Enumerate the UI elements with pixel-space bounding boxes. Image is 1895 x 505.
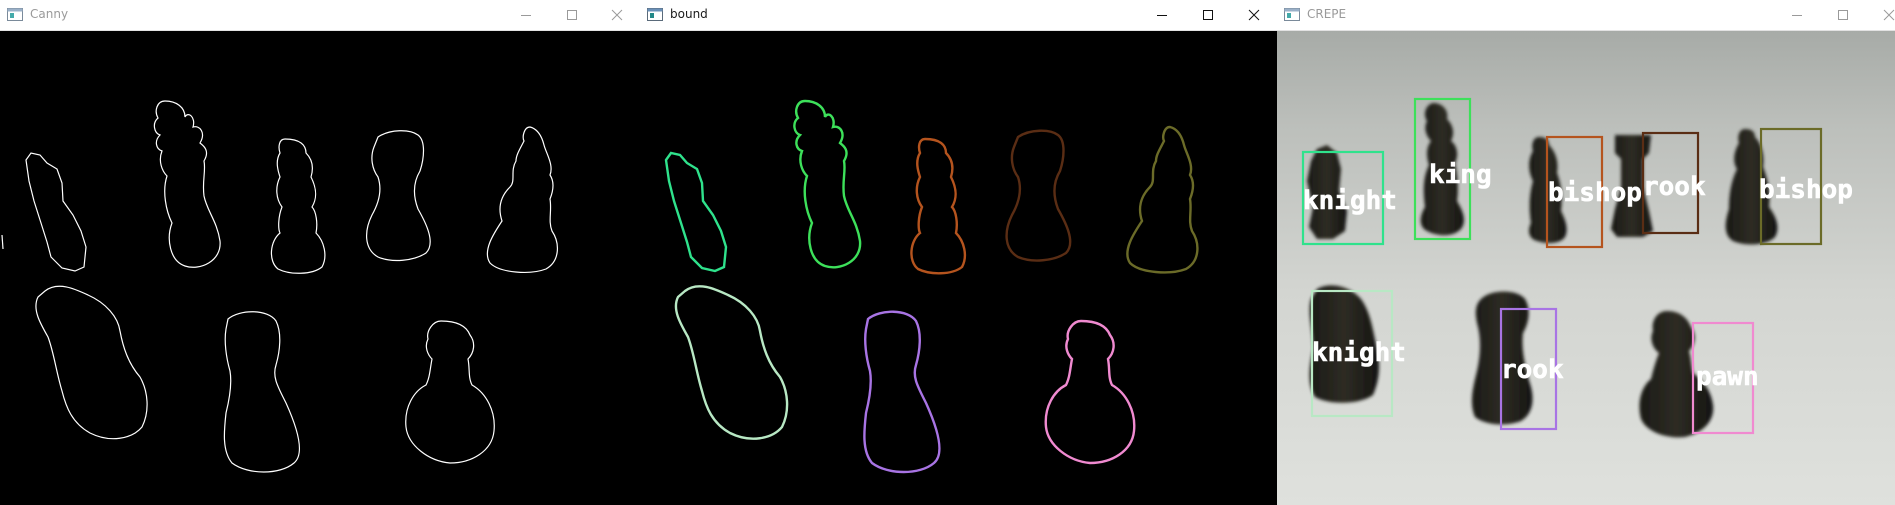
king-contour — [793, 99, 862, 269]
knight-contour-bottom — [674, 285, 789, 440]
close-icon — [1248, 9, 1260, 21]
canny-image-view — [0, 31, 640, 505]
bound-title-bar[interactable]: bound — [640, 0, 1277, 31]
bishop-contour-1 — [910, 137, 967, 275]
maximize-icon — [567, 10, 577, 20]
bound-window: bound — [640, 0, 1277, 505]
canny-title-bar[interactable]: Canny — [0, 0, 640, 31]
label-rook-bottom: rook — [1501, 355, 1564, 385]
knight-edge-top — [25, 152, 87, 272]
app-window-icon — [647, 8, 663, 21]
rook-contour-bottom — [863, 310, 941, 474]
app-window-icon — [1284, 8, 1300, 21]
label-bishop-2: bishop — [1759, 175, 1853, 205]
label-knight-top: knight — [1303, 186, 1397, 216]
bishop-edge-2 — [486, 126, 558, 273]
minimize-button[interactable] — [1139, 0, 1185, 30]
minimize-button[interactable] — [1774, 0, 1820, 30]
window-title: CREPE — [1307, 7, 1347, 21]
knight-edge-bottom — [35, 285, 148, 440]
window-title: bound — [670, 7, 708, 21]
maximize-icon — [1203, 10, 1213, 20]
maximize-icon — [1838, 10, 1848, 20]
knight-contour-top — [664, 151, 728, 273]
label-bishop-1: bishop — [1548, 178, 1642, 208]
maximize-button[interactable] — [549, 0, 595, 30]
crepe-detection-image: knight king bishop rook bishop knight ro… — [1301, 97, 1853, 438]
minimize-button[interactable] — [503, 0, 549, 30]
rook-edge-2 — [223, 311, 301, 473]
canny-edge-image — [1, 100, 558, 473]
pawn-edge — [405, 320, 495, 464]
maximize-button[interactable] — [1820, 0, 1866, 30]
label-knight-bottom: knight — [1312, 338, 1406, 368]
label-pawn: pawn — [1696, 362, 1759, 392]
bishop-contour-2 — [1126, 125, 1199, 274]
maximize-button[interactable] — [1185, 0, 1231, 30]
pawn-contour — [1044, 319, 1136, 465]
label-rook-top: rook — [1643, 172, 1706, 202]
close-icon — [1883, 9, 1895, 21]
crepe-title-bar[interactable]: CREPE — [1277, 0, 1895, 31]
rook-contour-top — [1005, 129, 1072, 262]
minimize-icon — [1157, 15, 1167, 16]
crepe-window: CREPE knight king bishop rook bishop kni… — [1277, 0, 1895, 505]
bound-contour-image — [664, 99, 1199, 474]
crepe-detection-view: knight king bishop rook bishop knight ro… — [1277, 31, 1895, 505]
minimize-icon — [1792, 15, 1802, 16]
close-button[interactable] — [594, 0, 640, 30]
app-window-icon — [7, 8, 23, 21]
king-edge — [153, 100, 221, 268]
bishop-edge-1 — [270, 138, 326, 274]
label-king: king — [1429, 160, 1492, 190]
close-icon — [611, 9, 623, 21]
rook-edge-1 — [366, 130, 431, 262]
canny-window: Canny — [0, 0, 640, 505]
close-button[interactable] — [1231, 0, 1277, 30]
close-button[interactable] — [1866, 0, 1895, 30]
minimize-icon — [521, 15, 531, 16]
bound-image-view — [640, 31, 1277, 505]
edge-fragment — [1, 234, 4, 250]
window-title: Canny — [30, 7, 69, 21]
